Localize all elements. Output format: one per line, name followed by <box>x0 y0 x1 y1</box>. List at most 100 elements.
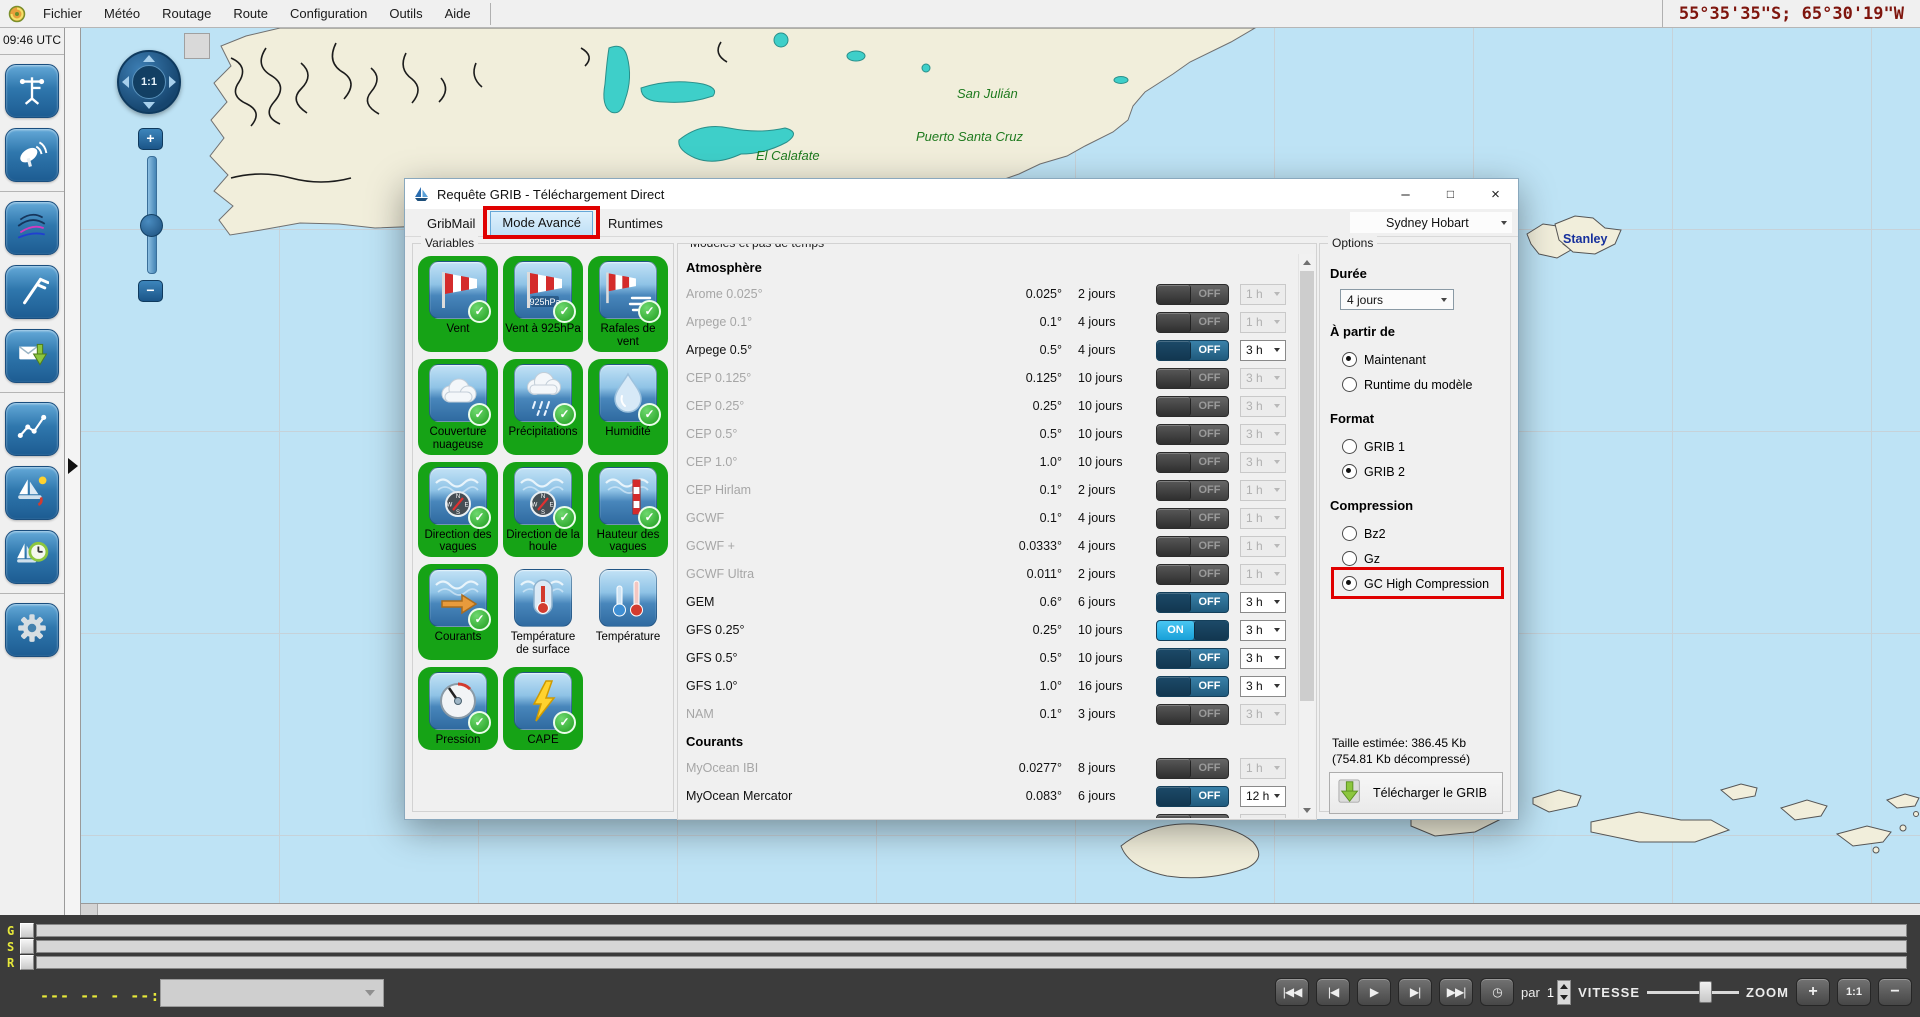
scrollbar-thumb[interactable] <box>1300 271 1314 701</box>
variable-hauteur-des-vagues[interactable]: ✓Hauteur des vagues <box>588 462 668 558</box>
variable-temperature-de-surface[interactable]: Température de surface <box>503 564 583 660</box>
slider-handle[interactable] <box>1699 981 1712 1003</box>
model-timestep-select[interactable]: 3 h <box>1240 424 1286 445</box>
model-timestep-select[interactable]: 3 h <box>1240 340 1286 361</box>
track-handle[interactable] <box>20 923 34 938</box>
model-timestep-select[interactable]: 1 h <box>1240 508 1286 529</box>
menu-meteo[interactable]: Météo <box>93 0 151 27</box>
synoptic-chart-button[interactable] <box>5 201 59 255</box>
expand-panel-arrow-icon[interactable] <box>68 458 78 474</box>
model-timestep-select[interactable]: 3 h <box>1240 396 1286 417</box>
pan-up-icon[interactable] <box>143 55 155 62</box>
skip-end-button[interactable]: ▶▶| <box>1439 978 1473 1006</box>
maximize-button[interactable]: □ <box>1428 179 1473 209</box>
pan-down-icon[interactable] <box>143 102 155 109</box>
track-bar[interactable] <box>36 924 1907 937</box>
model-toggle[interactable]: OFF <box>1156 758 1229 779</box>
weather-station-button[interactable] <box>5 64 59 118</box>
model-timestep-select[interactable] <box>1240 814 1286 819</box>
clock-button[interactable]: ◷ <box>1480 978 1514 1006</box>
model-toggle[interactable]: OFF <box>1156 368 1229 389</box>
model-toggle[interactable]: OFF <box>1156 480 1229 501</box>
spinner-arrows[interactable] <box>1557 980 1571 1005</box>
radio-bz2[interactable]: Bz2 <box>1342 521 1502 546</box>
zoom-reset-button[interactable]: 1:1 <box>132 65 166 99</box>
zoom-in-button[interactable]: + <box>1796 978 1830 1006</box>
play-button[interactable]: ▶ <box>1357 978 1391 1006</box>
model-toggle[interactable]: ON <box>1156 620 1229 641</box>
model-toggle[interactable]: OFF <box>1156 676 1229 697</box>
scroll-down-arrow-icon[interactable] <box>1299 802 1315 818</box>
model-timestep-select[interactable]: 12 h <box>1240 786 1286 807</box>
variable-direction-de-la-houle[interactable]: NESW✓Direction de la houle <box>503 462 583 558</box>
zoom-out-button[interactable]: − <box>1878 978 1912 1006</box>
variable-cape[interactable]: ✓CAPE <box>503 667 583 750</box>
spin-down-icon[interactable] <box>1560 995 1568 1000</box>
dialog-title-bar[interactable]: Requête GRIB - Téléchargement Direct – □… <box>405 179 1518 209</box>
preset-combobox[interactable]: Sydney Hobart <box>1350 212 1512 233</box>
tab-mode-avance[interactable]: Mode Avancé <box>490 211 593 236</box>
radio-maintenant[interactable]: Maintenant <box>1342 347 1502 372</box>
model-toggle[interactable]: OFF <box>1156 508 1229 529</box>
radio-gc-high-compression[interactable]: GC High Compression <box>1342 571 1502 596</box>
duration-select[interactable]: 4 jours <box>1340 289 1454 310</box>
model-timestep-select[interactable]: 3 h <box>1240 676 1286 697</box>
variable-pression[interactable]: ✓Pression <box>418 667 498 750</box>
panel-collapse-strip[interactable] <box>65 28 81 915</box>
track-handle[interactable] <box>20 939 34 954</box>
track-bar[interactable] <box>36 940 1907 953</box>
map-horizontal-scrollbar[interactable] <box>81 903 1920 915</box>
model-toggle[interactable]: OFF <box>1156 564 1229 585</box>
model-timestep-select[interactable]: 3 h <box>1240 452 1286 473</box>
model-toggle[interactable]: OFF <box>1156 536 1229 557</box>
track-handle[interactable] <box>20 955 34 970</box>
tab-gribmail[interactable]: GribMail <box>415 212 487 236</box>
model-timestep-select[interactable]: 1 h <box>1240 312 1286 333</box>
model-timestep-select[interactable]: 1 h <box>1240 758 1286 779</box>
model-toggle[interactable]: OFF <box>1156 786 1229 807</box>
satellite-button[interactable] <box>5 128 59 182</box>
zoom-1-1-button[interactable]: 1:1 <box>1837 978 1871 1006</box>
model-timestep-select[interactable]: 1 h <box>1240 564 1286 585</box>
map-zoom-slider-handle[interactable] <box>140 214 163 237</box>
variable-humidite[interactable]: ✓Humidité <box>588 359 668 455</box>
skip-start-button[interactable]: |◀◀ <box>1275 978 1309 1006</box>
radio-grib-2[interactable]: GRIB 2 <box>1342 459 1502 484</box>
model-toggle[interactable]: OFF <box>1156 704 1229 725</box>
model-timestep-select[interactable]: 3 h <box>1240 592 1286 613</box>
model-timestep-select[interactable]: 1 h <box>1240 480 1286 501</box>
model-toggle[interactable]: OFF <box>1156 424 1229 445</box>
pan-right-icon[interactable] <box>169 76 176 88</box>
radio-grib-1[interactable]: GRIB 1 <box>1342 434 1502 459</box>
model-toggle[interactable]: OFF <box>1156 648 1229 669</box>
menu-aide[interactable]: Aide <box>434 0 482 27</box>
tab-runtimes[interactable]: Runtimes <box>596 212 675 236</box>
variable-courants[interactable]: ✓Courants <box>418 564 498 660</box>
model-timestep-select[interactable]: 3 h <box>1240 704 1286 725</box>
variable-temperature[interactable]: Température <box>588 564 668 660</box>
model-toggle[interactable]: OFF <box>1156 284 1229 305</box>
variable-vent-a-925hpa[interactable]: 925hPa✓Vent à 925hPa <box>503 256 583 352</box>
radio-gz[interactable]: Gz <box>1342 546 1502 571</box>
menu-configuration[interactable]: Configuration <box>279 0 378 27</box>
map-zoom-in-button[interactable]: + <box>138 128 163 150</box>
variable-precipitations[interactable]: ✓Précipitations <box>503 359 583 455</box>
model-toggle[interactable] <box>1156 814 1229 819</box>
wind-barbs-button[interactable] <box>5 265 59 319</box>
menu-outils[interactable]: Outils <box>378 0 433 27</box>
speed-slider[interactable] <box>1647 980 1739 1005</box>
model-timestep-select[interactable]: 3 h <box>1240 648 1286 669</box>
model-timestep-select[interactable]: 1 h <box>1240 284 1286 305</box>
minimize-button[interactable]: – <box>1383 179 1428 209</box>
scroll-up-arrow-icon[interactable] <box>1299 254 1315 270</box>
pan-compass-control[interactable]: 1:1 <box>117 50 181 114</box>
model-toggle[interactable]: OFF <box>1156 312 1229 333</box>
download-grib-button[interactable]: Télécharger le GRIB <box>1329 772 1503 814</box>
map-zoom-out-button[interactable]: − <box>138 280 163 302</box>
variable-rafales-de-vent[interactable]: ✓Rafales de vent <box>588 256 668 352</box>
close-button[interactable]: × <box>1473 179 1518 209</box>
model-timestep-select[interactable]: 3 h <box>1240 368 1286 389</box>
step-forward-button[interactable]: ▶| <box>1398 978 1432 1006</box>
menu-fichier[interactable]: Fichier <box>32 0 93 27</box>
model-toggle[interactable]: OFF <box>1156 396 1229 417</box>
